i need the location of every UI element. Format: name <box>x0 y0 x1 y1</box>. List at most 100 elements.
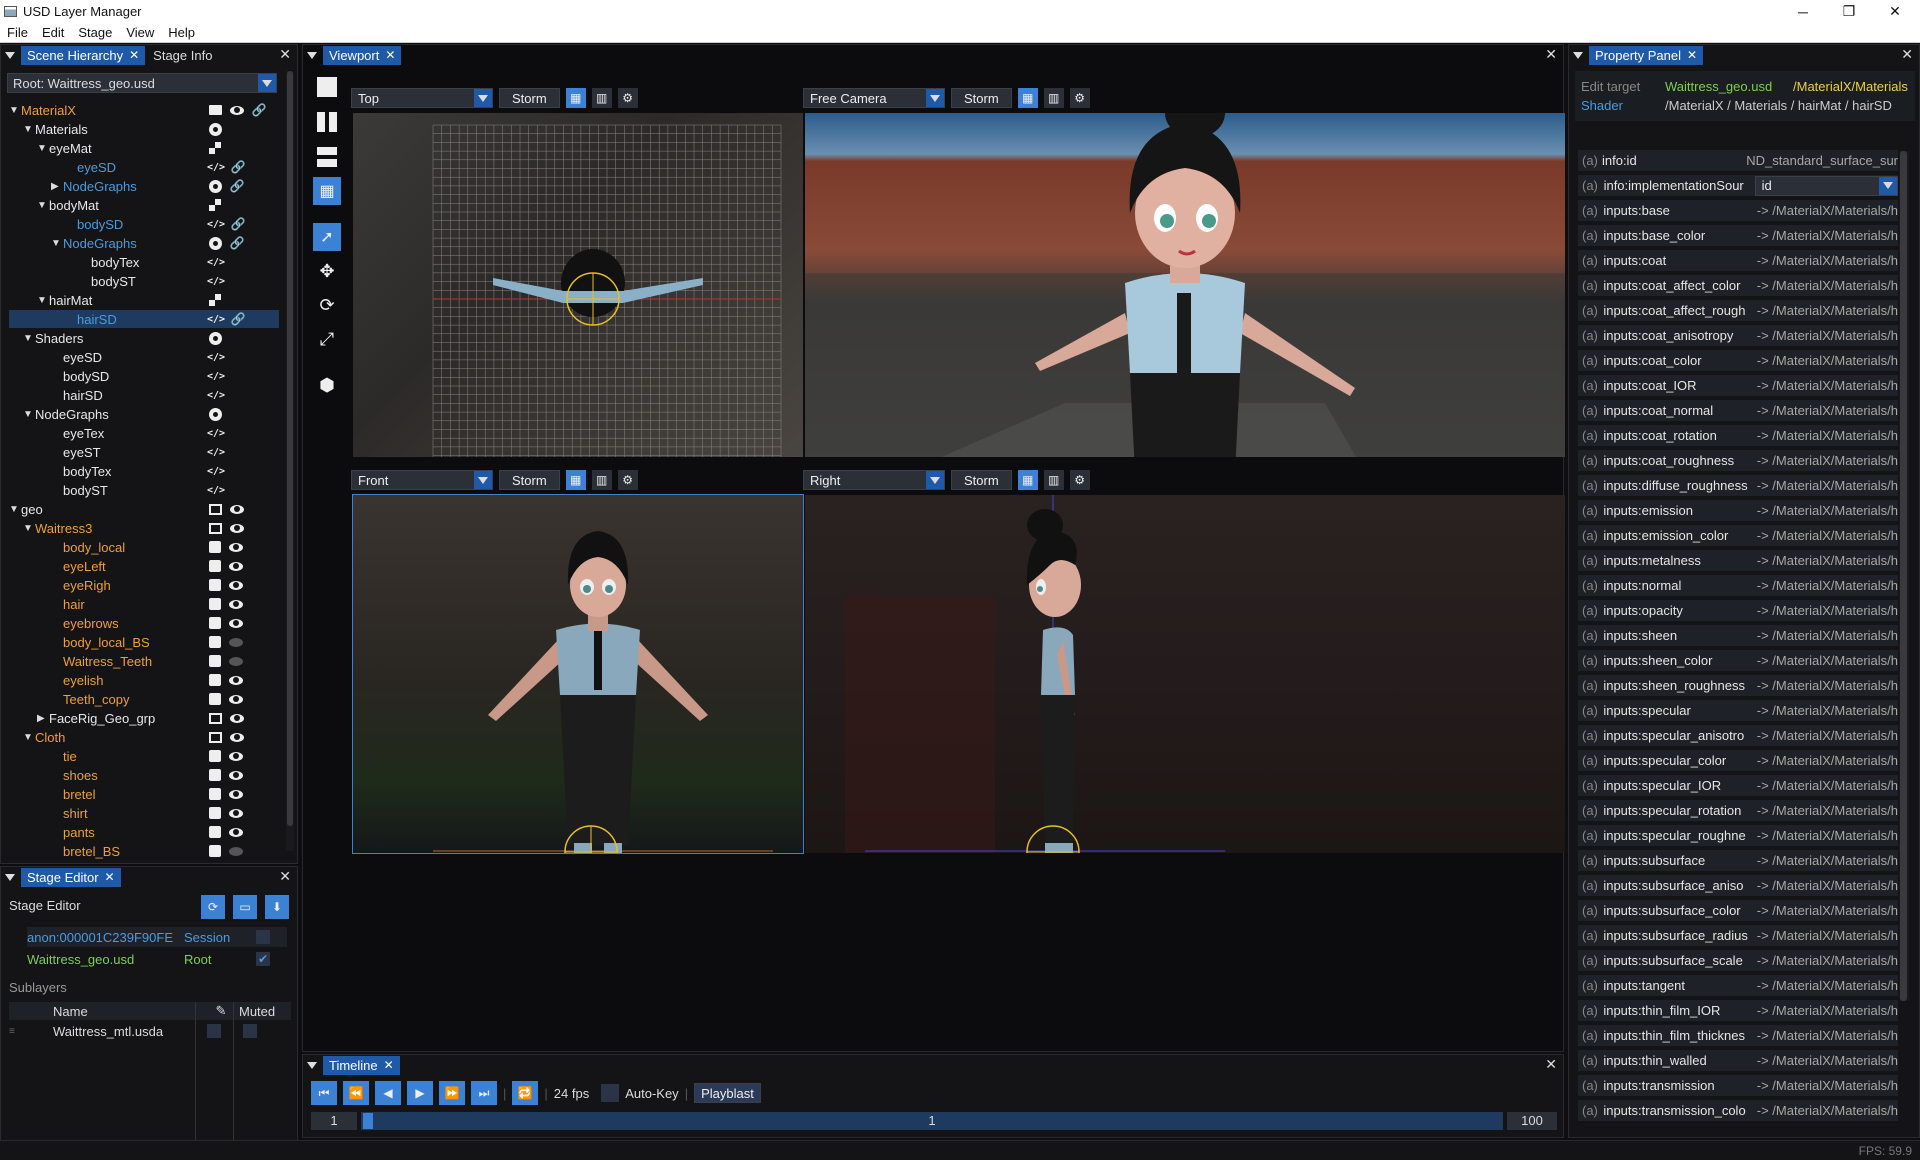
expand-arrow-icon[interactable]: ▼ <box>23 523 35 534</box>
property-row[interactable]: (a) inputs:sheen_roughness -> /MaterialX/M… <box>1578 675 1898 696</box>
histogram-icon[interactable]: ▥ <box>1043 88 1064 108</box>
layer-checkbox[interactable] <box>256 930 270 944</box>
column-header-muted[interactable]: Muted <box>239 1004 275 1019</box>
viewport-top[interactable] <box>353 113 803 457</box>
expand-arrow-icon[interactable]: ▼ <box>23 124 35 135</box>
expand-arrow-icon[interactable]: ▼ <box>37 143 49 154</box>
property-row[interactable]: (a) inputs:emission -> /MaterialX/Material… <box>1578 500 1898 521</box>
property-row[interactable]: (a) inputs:subsurface_radius -> /MaterialX… <box>1578 925 1898 946</box>
viewport-front[interactable] <box>352 494 804 854</box>
tab-stage-editor[interactable]: Stage Editor ✕ <box>21 867 121 887</box>
tree-row[interactable]: tie <box>9 747 279 765</box>
tree-row[interactable]: eyeTex </> <box>9 424 279 442</box>
expand-arrow-icon[interactable]: ▼ <box>23 333 35 344</box>
property-row[interactable]: (a) inputs:subsurface_color -> /MaterialX/… <box>1578 900 1898 921</box>
chevron-down-icon[interactable] <box>1879 176 1897 195</box>
expand-arrow-icon[interactable]: ▼ <box>37 200 49 211</box>
refresh-icon[interactable]: ⟳ <box>201 895 225 919</box>
tree-row[interactable]: shirt <box>9 804 279 822</box>
autokey-checkbox[interactable] <box>601 1084 620 1102</box>
tree-row[interactable]: hairSD </> <box>9 386 279 404</box>
link-icon[interactable]: 🔗 <box>231 312 246 326</box>
tree-row[interactable]: eyeLeft <box>9 557 279 575</box>
property-row[interactable]: (a) inputs:coat_IOR -> /MaterialX/Material… <box>1578 375 1898 396</box>
close-icon[interactable]: ✕ <box>105 870 115 884</box>
eye-icon[interactable] <box>229 618 243 628</box>
playblast-button[interactable]: Playblast <box>694 1083 761 1103</box>
tab-stage-info[interactable]: Stage Info <box>147 46 218 65</box>
property-row[interactable]: (a) inputs:tangent -> /MaterialX/Materials… <box>1578 975 1898 996</box>
minimize-button[interactable]: ─ <box>1780 0 1826 23</box>
tree-row[interactable]: body_local_BS <box>9 633 279 651</box>
tree-row[interactable]: ▶ NodeGraphs 🔗 <box>9 177 279 195</box>
split-horizontal-icon[interactable] <box>317 147 337 167</box>
property-row[interactable]: (a) inputs:specular -> /MaterialX/Material… <box>1578 700 1898 721</box>
panel-menu-icon[interactable] <box>5 873 15 881</box>
panel-menu-icon[interactable] <box>307 51 317 59</box>
property-row[interactable]: (a) inputs:coat -> /MaterialX/Materials/h <box>1578 250 1898 271</box>
property-row[interactable]: (a) inputs:subsurface_scale -> /MaterialX/… <box>1578 950 1898 971</box>
gear-icon[interactable]: ⚙ <box>1069 88 1090 108</box>
link-icon[interactable]: 🔗 <box>231 217 246 231</box>
rotate-tool-icon[interactable]: ⟳ <box>317 295 337 315</box>
link-icon[interactable]: 🔗 <box>231 160 246 174</box>
expand-arrow-icon[interactable]: ▼ <box>51 238 63 249</box>
tree-row[interactable]: eyelish <box>9 671 279 689</box>
sublayer-edit-checkbox[interactable] <box>207 1024 221 1038</box>
tree-row[interactable]: ▼ Cloth <box>9 728 279 746</box>
eye-icon[interactable] <box>230 504 244 514</box>
eye-icon[interactable] <box>230 105 244 115</box>
property-row[interactable]: (a) inputs:specular_IOR -> /MaterialX/Mate… <box>1578 775 1898 796</box>
camera-select[interactable]: Front <box>351 470 493 490</box>
expand-arrow-icon[interactable]: ▶ <box>51 181 63 192</box>
eye-off-icon[interactable] <box>229 846 243 856</box>
tree-row[interactable]: hairSD </> 🔗 <box>9 310 279 328</box>
close-icon[interactable]: ✕ <box>279 868 291 885</box>
step-forward-icon[interactable]: ⏩ <box>439 1081 465 1105</box>
tree-row[interactable]: bretel <box>9 785 279 803</box>
eye-icon[interactable] <box>229 751 243 761</box>
eye-icon[interactable] <box>229 542 243 552</box>
camera-select[interactable]: Top <box>351 88 493 108</box>
scale-tool-icon[interactable]: ⤢ <box>317 329 337 349</box>
panel-menu-icon[interactable] <box>307 1061 317 1069</box>
loop-icon[interactable]: 🔁 <box>512 1081 539 1105</box>
column-header-name[interactable]: Name <box>53 1004 203 1019</box>
tree-row[interactable]: ▼ MaterialX 🔗 <box>9 101 279 119</box>
close-icon[interactable]: ✕ <box>279 46 291 63</box>
grid-icon[interactable]: ▦ <box>565 88 586 108</box>
link-icon[interactable]: 🔗 <box>230 179 245 193</box>
first-frame-icon[interactable]: ⏮ <box>311 1081 337 1105</box>
play-icon[interactable]: ▶ <box>407 1081 433 1105</box>
checkmark-icon[interactable]: ✔ <box>256 952 270 966</box>
quad-view-icon[interactable]: ▦ <box>313 177 341 205</box>
cube-icon[interactable]: ⬢ <box>317 375 337 395</box>
expand-arrow-icon[interactable]: ▼ <box>23 732 35 743</box>
tree-row[interactable]: ▼ NodeGraphs 🔗 <box>9 234 279 252</box>
last-frame-icon[interactable]: ⏭ <box>471 1081 497 1105</box>
property-row[interactable]: (a) inputs:coat_color -> /MaterialX/Materi… <box>1578 350 1898 371</box>
property-row[interactable]: (a) inputs:thin_film_thicknes -> /Material… <box>1578 1025 1898 1046</box>
end-frame-field[interactable]: 100 <box>1507 1112 1557 1130</box>
tree-row[interactable]: eyebrows <box>9 614 279 632</box>
property-row[interactable]: (a) inputs:coat_roughness -> /MaterialX/Ma… <box>1578 450 1898 471</box>
close-icon[interactable]: ✕ <box>1545 1056 1557 1073</box>
property-row[interactable]: (a) inputs:diffuse_roughness -> /MaterialX… <box>1578 475 1898 496</box>
property-scrollbar[interactable] <box>1899 151 1909 1001</box>
step-back-icon[interactable]: ⏪ <box>343 1081 369 1105</box>
tree-row[interactable]: eyeSD </> 🔗 <box>9 158 279 176</box>
panel-menu-icon[interactable] <box>1573 51 1583 59</box>
tree-row[interactable]: Waitress_Teeth <box>9 652 279 670</box>
tree-row[interactable]: ▼ eyeMat <box>9 139 279 157</box>
expand-arrow-icon[interactable]: ▼ <box>23 409 35 420</box>
panel-menu-icon[interactable] <box>5 51 15 59</box>
sublayer-row[interactable]: ≡ Waittress_mtl.usda <box>9 1022 291 1040</box>
gear-icon[interactable]: ⚙ <box>617 470 638 490</box>
expand-arrow-icon[interactable]: ▼ <box>9 504 21 515</box>
chevron-down-icon[interactable] <box>258 74 276 92</box>
tree-row[interactable]: ▼ Materials <box>9 120 279 138</box>
property-row[interactable]: (a) inputs:metalness -> /MaterialX/Materia… <box>1578 550 1898 571</box>
property-row[interactable]: (a) inputs:specular_anisotro -> /MaterialX… <box>1578 725 1898 746</box>
menu-view[interactable]: View <box>119 25 161 40</box>
eye-icon[interactable] <box>229 789 243 799</box>
